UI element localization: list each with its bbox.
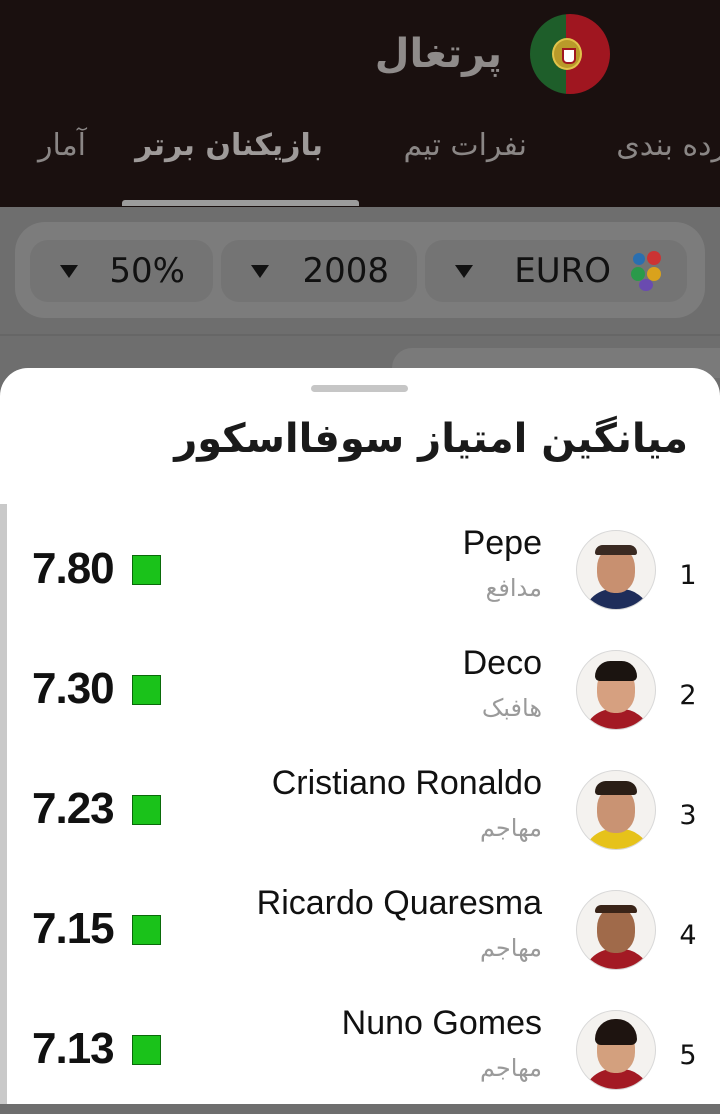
player-rank: 5 — [679, 1040, 697, 1071]
team-name: پرتغال — [374, 31, 502, 77]
player-avatar — [576, 650, 656, 730]
player-name: Pepe — [462, 524, 542, 562]
player-rating: 7.13 — [32, 1024, 115, 1073]
rating-bottom-sheet: میانگین امتیاز سوفااسکور 1 Pepe مدافع 7.… — [0, 368, 720, 1104]
rating-badge — [132, 795, 161, 825]
season-value: 2008 — [302, 251, 389, 291]
caret-down-icon — [455, 264, 473, 278]
tab-standings[interactable]: رده بندی — [616, 128, 720, 163]
player-name: Cristiano Ronaldo — [271, 764, 542, 802]
player-rating: 7.30 — [32, 664, 115, 713]
player-rank: 3 — [679, 800, 697, 831]
rating-badge — [132, 675, 161, 705]
player-position: مهاجم — [479, 1054, 542, 1082]
player-row[interactable]: 4 Ricardo Quaresma مهاجم 7.15 — [0, 874, 720, 994]
threshold-dropdown[interactable]: 50% — [30, 240, 213, 302]
filter-bar: 50% 2008 EURO — [15, 222, 705, 318]
player-position: مهاجم — [479, 814, 542, 842]
player-name: Nuno Gomes — [341, 1004, 542, 1042]
tab-top-players[interactable]: بازیکنان برتر — [135, 128, 323, 163]
player-row[interactable]: 2 Deco هافبک 7.30 — [0, 634, 720, 754]
rating-badge — [132, 915, 161, 945]
player-avatar — [576, 770, 656, 850]
player-rank: 4 — [679, 920, 697, 951]
player-name: Ricardo Quaresma — [256, 884, 542, 922]
competition-value: EURO — [514, 251, 611, 291]
player-position: مهاجم — [479, 934, 542, 962]
competition-dropdown[interactable]: EURO — [425, 240, 687, 302]
rating-badge — [132, 555, 161, 585]
player-row[interactable]: 5 Nuno Gomes مهاجم 7.13 — [0, 994, 720, 1114]
player-rank: 2 — [679, 680, 697, 711]
player-rank: 1 — [679, 560, 697, 591]
caret-down-icon — [251, 264, 269, 278]
active-tab-indicator — [122, 200, 359, 206]
player-avatar — [576, 890, 656, 970]
player-name: Deco — [462, 644, 542, 682]
team-header: پرتغال رده بندی نفرات تیم بازیکنان برتر … — [0, 0, 720, 207]
season-dropdown[interactable]: 2008 — [221, 240, 417, 302]
sheet-title: میانگین امتیاز سوفااسکور — [174, 416, 688, 462]
rating-badge — [132, 1035, 161, 1065]
player-rating: 7.80 — [32, 544, 115, 593]
divider — [0, 334, 720, 336]
player-avatar — [576, 1010, 656, 1090]
player-position: مدافع — [485, 574, 542, 602]
caret-down-icon — [60, 264, 78, 278]
player-row[interactable]: 3 Cristiano Ronaldo مهاجم 7.23 — [0, 754, 720, 874]
portugal-flag-icon — [530, 14, 610, 94]
player-rating: 7.23 — [32, 784, 115, 833]
player-position: هافبک — [481, 694, 542, 722]
tab-squad[interactable]: نفرات تیم — [403, 128, 527, 163]
player-row[interactable]: 1 Pepe مدافع 7.80 — [0, 514, 720, 634]
tab-stats[interactable]: آمار — [38, 128, 86, 163]
threshold-value: 50% — [109, 251, 185, 291]
sheet-drag-handle[interactable] — [311, 385, 408, 392]
player-avatar — [576, 530, 656, 610]
tab-bar: رده بندی نفرات تیم بازیکنان برتر آمار — [0, 128, 720, 188]
team-title-row: پرتغال — [375, 14, 610, 94]
player-rating: 7.15 — [32, 904, 115, 953]
euro-trophy-icon — [629, 251, 665, 291]
